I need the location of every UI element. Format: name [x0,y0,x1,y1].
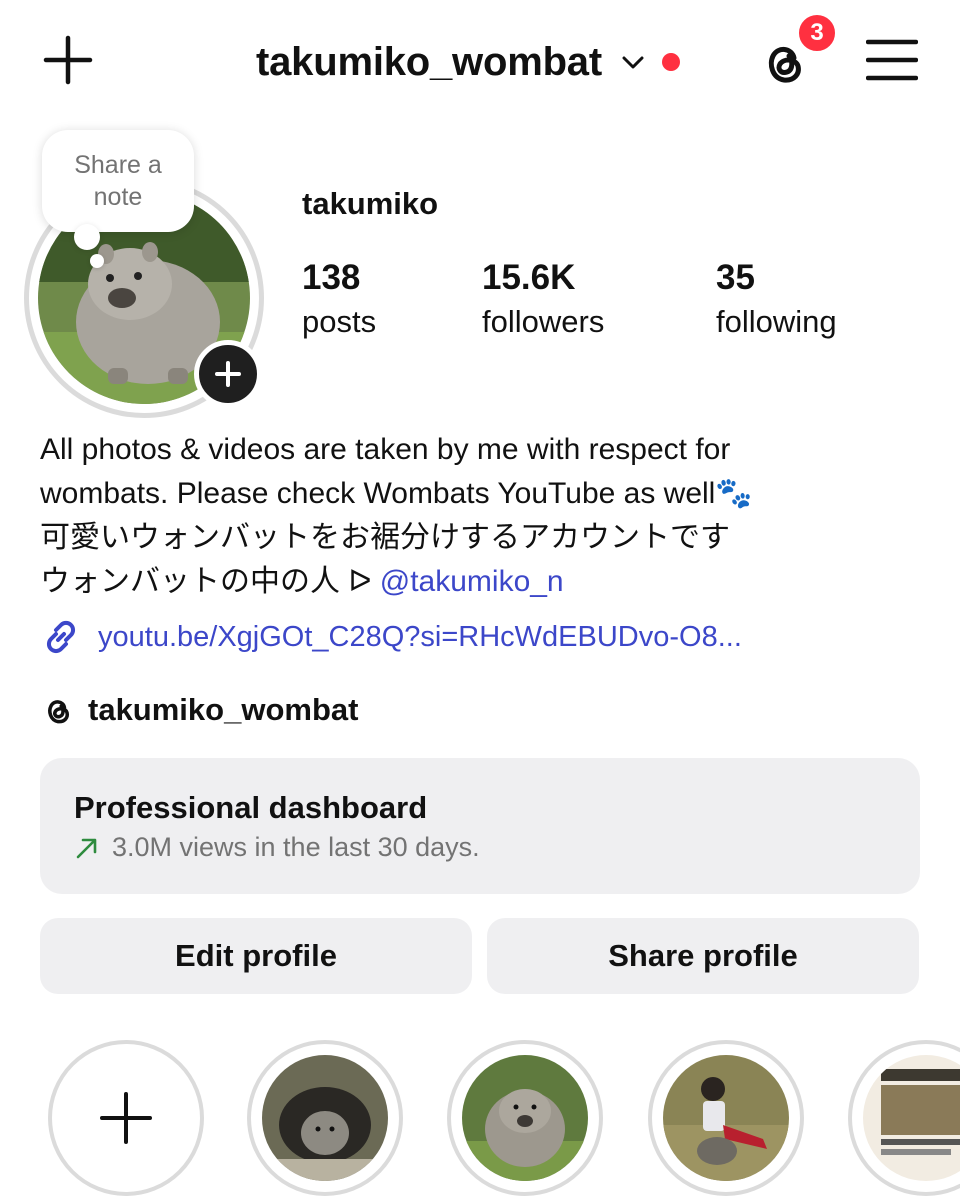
highlight-person-wombat-thumbnail [663,1055,789,1181]
bio-line-4-text: ウォンバットの中の人 ᐅ [40,565,380,598]
threads-handle: takumiko_wombat [88,692,359,727]
highlight-youtube-thumbnail [863,1055,960,1181]
highlight-youtube[interactable] [848,1040,960,1196]
highlight-burrow-thumbnail [262,1055,388,1181]
hamburger-menu-icon [865,39,919,81]
highlight-wombat[interactable] [447,1040,603,1196]
link-icon [46,620,76,654]
bio-line-1: All photos & videos are taken by me with… [40,433,731,466]
posts-stat[interactable]: 138 posts [302,256,376,344]
highlight-wombat-thumbnail [462,1055,588,1181]
burrow-wombat-image [262,1055,388,1181]
note-bubble-tail [74,224,100,250]
dashboard-title: Professional dashboard [74,790,428,825]
share-profile-label: Share profile [608,938,798,973]
dashboard-views-text: 3.0M views in the last 30 days. [112,832,480,862]
followers-label: followers [482,304,605,339]
account-switcher[interactable]: takumiko_wombat [256,36,680,88]
following-stat[interactable]: 35 following [716,256,837,344]
header-username: takumiko_wombat [256,39,602,84]
edit-profile-label: Edit profile [175,938,337,973]
plus-icon [43,35,93,85]
plus-icon [215,361,241,387]
share-note-bubble[interactable]: Share a note [42,130,194,232]
highlight-burrow[interactable] [247,1040,403,1196]
notification-badge: 3 [796,12,838,54]
highlight-person-wombat[interactable] [648,1040,804,1196]
trend-up-arrow-icon [76,838,97,858]
following-label: following [716,304,837,339]
followers-count: 15.6K [482,258,576,297]
edit-profile-button[interactable]: Edit profile [40,918,472,994]
wombat-portrait-image [462,1055,588,1181]
note-prompt: Share a note [74,151,162,211]
professional-dashboard-card[interactable] [40,758,920,894]
youtube-channel-image [863,1055,960,1181]
website-link-text: youtu.be/XgjGOt_C28Q?si=RHcWdEBUDvo-O8..… [98,620,742,653]
profile-display-name: takumiko [302,186,439,221]
bio-line-3: 可愛いウォンバットをお裾分けするアカウントです [40,521,730,554]
chevron-down-icon [622,56,644,69]
following-count: 35 [716,258,755,297]
unread-dot [661,53,680,71]
person-with-wombat-image [663,1055,789,1181]
bio-line-2: wombats. Please check Wombats YouTube as… [40,477,753,510]
plus-icon [100,1092,152,1144]
posts-label: posts [302,304,377,339]
new-post-button[interactable] [40,32,96,88]
add-story-button[interactable] [194,340,262,408]
note-bubble-tail-small [90,254,104,268]
posts-count: 138 [302,258,361,297]
bio: All photos & videos are taken by me with… [40,428,920,604]
new-highlight-button[interactable] [48,1040,204,1196]
website-link[interactable]: youtu.be/XgjGOt_C28Q?si=RHcWdEBUDvo-O8..… [40,614,742,660]
share-profile-button[interactable]: Share profile [487,918,919,994]
bio-line-4: ウォンバットの中の人 ᐅ @takumiko_n [40,560,920,604]
dashboard-subtitle: 3.0M views in the last 30 days. [74,832,480,863]
threads-icon [48,700,70,724]
menu-button[interactable] [865,38,919,82]
followers-stat[interactable]: 15.6K followers [482,256,604,344]
threads-profile-link[interactable]: takumiko_wombat [40,688,358,732]
mention-link[interactable]: @takumiko_n [380,565,564,598]
